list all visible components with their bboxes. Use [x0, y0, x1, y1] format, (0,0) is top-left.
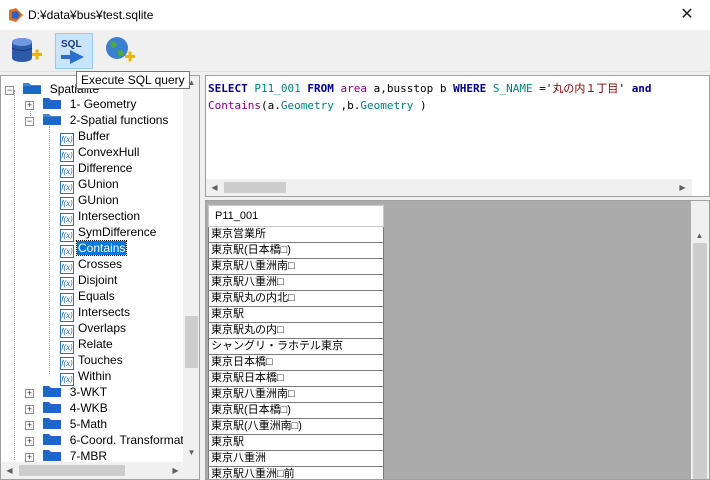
tree-guide: [49, 126, 50, 374]
tree-folder-wkt[interactable]: + 3-WKT: [25, 384, 108, 400]
svg-text:SQL: SQL: [61, 39, 82, 50]
scroll-thumb[interactable]: [185, 316, 198, 368]
tree-item-buffer[interactable]: f(x) Buffer: [60, 128, 111, 146]
table-row[interactable]: 東京駅八重洲南□: [208, 259, 384, 275]
table-row[interactable]: 東京駅: [208, 435, 384, 451]
results-grid: P11_001 東京営業所 東京駅(日本橋□) 東京駅八重洲南□ 東京駅八重洲□ 東京駅…: [205, 200, 710, 480]
scroll-thumb[interactable]: [224, 182, 286, 193]
tree-folder-spatial-functions[interactable]: − 2-Spatial functions: [25, 112, 169, 128]
folder-open-icon: [23, 83, 42, 94]
tree-folder-label: 5-Math: [69, 417, 108, 431]
table-row[interactable]: 東京駅八重洲□前: [208, 467, 384, 479]
tree-folder-label: 1- Geometry: [69, 97, 137, 111]
results-vertical-scrollbar[interactable]: ▲: [691, 201, 709, 479]
tree-item-symdifference[interactable]: f(x) SymDifference: [60, 224, 157, 242]
tree-item-contains[interactable]: f(x) Contains: [60, 240, 128, 258]
table-row[interactable]: 東京駅(八重洲南□): [208, 419, 384, 435]
folder-icon: [43, 386, 62, 397]
expand-icon[interactable]: +: [25, 405, 34, 414]
folder-icon: [43, 402, 62, 413]
tree-item-intersection[interactable]: f(x) Intersection: [60, 208, 141, 226]
tree-item-relate[interactable]: f(x) Relate: [60, 336, 114, 354]
scroll-right-icon[interactable]: ▶: [674, 183, 691, 192]
tree-horizontal-scrollbar[interactable]: ◀ ▶: [1, 462, 199, 479]
toolbar: SQL: [0, 30, 710, 72]
expand-icon[interactable]: +: [25, 421, 34, 430]
expand-icon[interactable]: +: [25, 389, 34, 398]
table-row[interactable]: 東京駅八重洲南□: [208, 387, 384, 403]
tree-item-crosses[interactable]: f(x) Crosses: [60, 256, 123, 274]
collapse-icon[interactable]: −: [25, 117, 34, 126]
function-tree: − Spatialite + 1- Geometry − 2-Spatial f…: [0, 75, 200, 480]
scroll-down-icon[interactable]: ▼: [183, 448, 199, 457]
tree-guide: [14, 90, 15, 460]
title-bar: D:¥data¥bus¥test.sqlite ✕: [0, 0, 710, 30]
tree-folder-math[interactable]: + 5-Math: [25, 416, 108, 432]
table-row[interactable]: 東京駅日本橋□: [208, 371, 384, 387]
execute-sql-icon: SQL: [61, 39, 84, 64]
expand-icon[interactable]: +: [25, 453, 34, 462]
tree-folder-wkb[interactable]: + 4-WKB: [25, 400, 109, 416]
tree-item-disjoint[interactable]: f(x) Disjoint: [60, 272, 118, 290]
scroll-up-icon[interactable]: ▲: [691, 231, 708, 240]
tree-folder-coord-transformation[interactable]: + 6-Coord. Transformati: [25, 432, 187, 448]
scroll-left-icon[interactable]: ◀: [1, 466, 18, 475]
app-icon: [9, 8, 23, 22]
folder-icon: [43, 98, 62, 109]
tooltip: Execute SQL query: [76, 71, 190, 89]
tree-folder-label: 4-WKB: [69, 401, 108, 415]
table-row[interactable]: 東京日本橋□: [208, 355, 384, 371]
tree-folder-label: 2-Spatial functions: [69, 113, 169, 127]
add-database-icon: [11, 38, 42, 62]
close-button[interactable]: ✕: [664, 0, 710, 30]
expand-icon[interactable]: +: [25, 101, 34, 110]
table-row[interactable]: 東京駅(日本橋□): [208, 403, 384, 419]
window-title: D:¥data¥bus¥test.sqlite: [28, 8, 154, 22]
table-row[interactable]: 東京駅(日本橋□): [208, 243, 384, 259]
column-header[interactable]: P11_001: [208, 205, 384, 227]
folder-icon: [43, 434, 62, 445]
sql-editor[interactable]: SELECT P11_001 FROM area a,busstop b WHE…: [205, 75, 710, 197]
tree-folder-geometry[interactable]: + 1- Geometry: [25, 96, 137, 112]
sql-query-text[interactable]: SELECT P11_001 FROM area a,busstop b WHE…: [208, 80, 652, 114]
tree-item-overlaps[interactable]: f(x) Overlaps: [60, 320, 127, 338]
scroll-thumb[interactable]: [19, 465, 125, 476]
sql-horizontal-scrollbar[interactable]: ◀ ▶: [206, 179, 692, 196]
tree-folder-label: 3-WKT: [69, 385, 108, 399]
table-row[interactable]: 東京駅丸の内北□: [208, 291, 384, 307]
folder-open-icon: [43, 114, 62, 125]
expand-icon[interactable]: +: [25, 437, 34, 446]
table-row[interactable]: 東京八重洲: [208, 451, 384, 467]
tree-item-touches[interactable]: f(x) Touches: [60, 352, 124, 370]
tree-item-convexhull[interactable]: f(x) ConvexHull: [60, 144, 140, 162]
tree-item-equals[interactable]: f(x) Equals: [60, 288, 116, 306]
table-row[interactable]: 東京営業所: [208, 227, 384, 243]
add-layer-button[interactable]: [102, 33, 140, 69]
scroll-left-icon[interactable]: ◀: [206, 183, 223, 192]
folder-icon: [43, 450, 62, 461]
scroll-thumb[interactable]: [693, 243, 707, 479]
scroll-right-icon[interactable]: ▶: [167, 466, 184, 475]
add-layer-icon: [106, 37, 135, 62]
table-row[interactable]: シャングリ・ラホテル東京: [208, 339, 384, 355]
tree-item-gunion[interactable]: f(x) GUnion: [60, 192, 120, 210]
table-row[interactable]: 東京駅丸の内□: [208, 323, 384, 339]
tree-item-intersects[interactable]: f(x) Intersects: [60, 304, 131, 322]
collapse-icon[interactable]: −: [5, 86, 14, 95]
add-database-button[interactable]: [8, 33, 46, 69]
table-row[interactable]: 東京駅: [208, 307, 384, 323]
tree-item-gunion[interactable]: f(x) GUnion: [60, 176, 120, 194]
tree-item-within[interactable]: f(x) Within: [60, 368, 112, 386]
tree-vertical-scrollbar[interactable]: ▲ ▼: [183, 76, 199, 462]
tree-folder-label: 7-MBR: [69, 449, 108, 463]
tree-item-difference[interactable]: f(x) Difference: [60, 160, 133, 178]
table-row[interactable]: 東京駅八重洲□: [208, 275, 384, 291]
tree-folder-label: 6-Coord. Transformati: [69, 433, 187, 447]
folder-icon: [43, 418, 62, 429]
execute-sql-button[interactable]: SQL: [55, 33, 93, 69]
